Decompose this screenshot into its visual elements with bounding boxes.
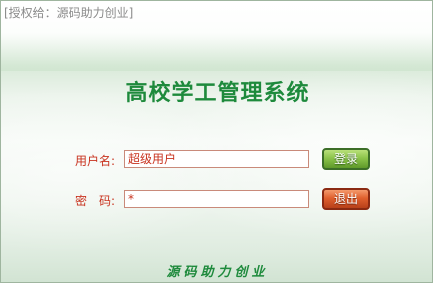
footer-slogan: 源码助力创业 xyxy=(166,265,269,280)
username-field[interactable]: 超级用户 xyxy=(124,150,309,168)
username-label: 用户名: xyxy=(75,154,116,168)
exit-button[interactable]: 退出 xyxy=(322,188,370,210)
password-label: 密 码: xyxy=(75,194,116,208)
app-title: 高校学工管理系统 xyxy=(125,81,310,106)
login-window: [授权给：源码助力创业] 高校学工管理系统 用户名: 超级用户 密 码: * 登… xyxy=(0,0,433,283)
license-text: [授权给：源码助力创业] xyxy=(4,6,134,20)
login-button[interactable]: 登录 xyxy=(322,148,370,170)
password-field[interactable]: * xyxy=(124,190,309,208)
